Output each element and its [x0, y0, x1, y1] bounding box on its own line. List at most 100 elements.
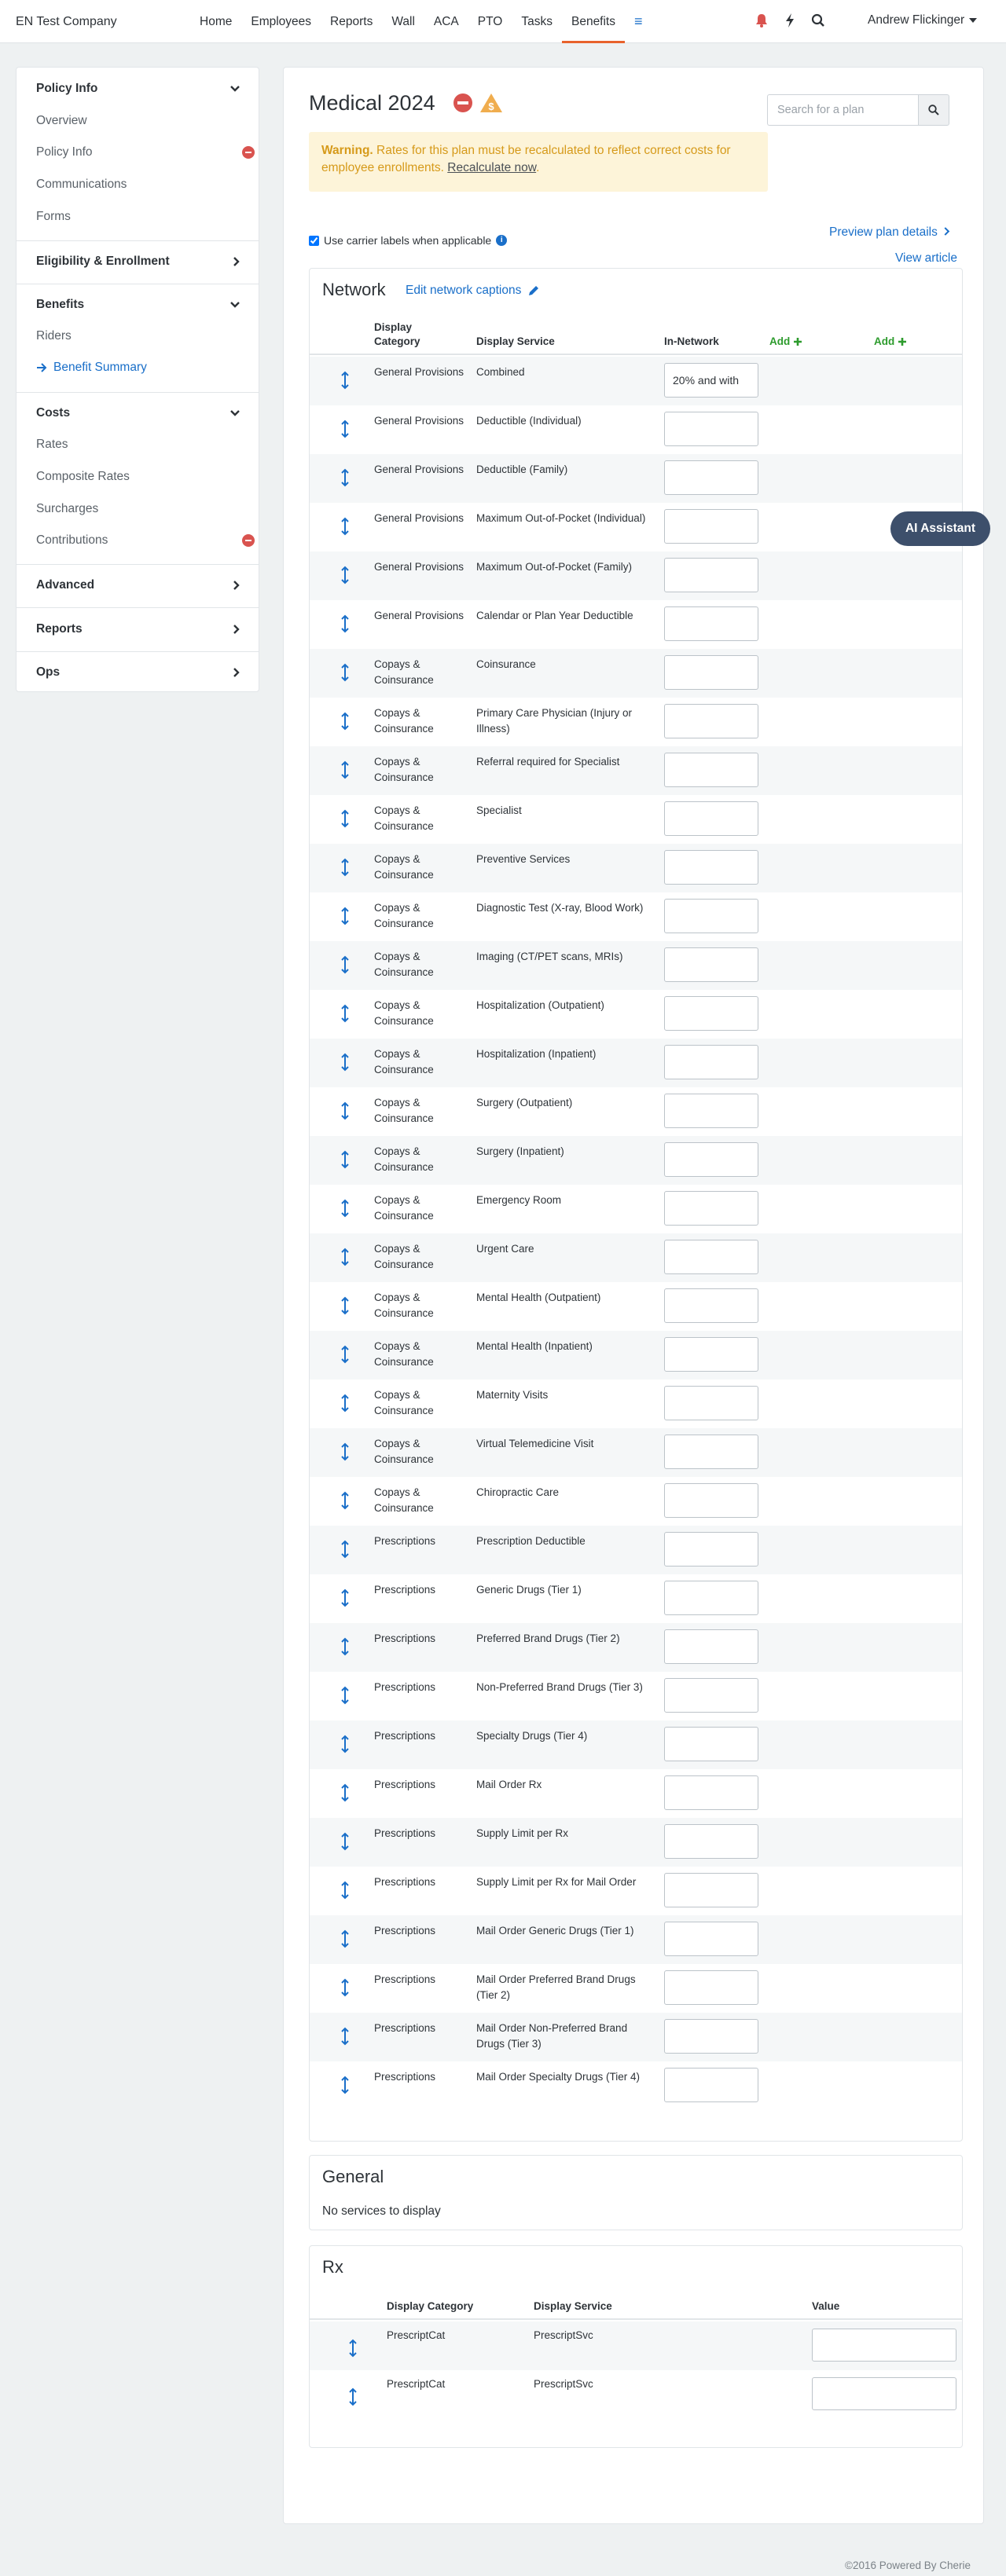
in-network-input[interactable] — [664, 753, 758, 787]
drag-handle-icon[interactable] — [341, 1978, 349, 1997]
sidebar-item-communications[interactable]: Communications — [36, 178, 127, 192]
ai-assistant-button[interactable]: AI Assistant — [890, 511, 990, 546]
drag-handle-icon[interactable] — [341, 2076, 349, 2094]
sidebar-item-surcharges[interactable]: Surcharges — [36, 502, 98, 516]
in-network-input[interactable] — [664, 899, 758, 933]
drag-handle-icon[interactable] — [341, 1296, 349, 1315]
in-network-input[interactable] — [664, 704, 758, 738]
in-network-input[interactable] — [664, 606, 758, 641]
drag-handle-icon[interactable] — [341, 1248, 349, 1266]
in-network-input[interactable] — [664, 1970, 758, 2005]
drag-handle-icon[interactable] — [349, 2387, 357, 2406]
in-network-input[interactable] — [664, 850, 758, 885]
drag-handle-icon[interactable] — [341, 1637, 349, 1656]
edit-network-captions-link[interactable]: Edit network captions — [406, 284, 540, 298]
drag-handle-icon[interactable] — [341, 1004, 349, 1023]
drag-handle-icon[interactable] — [341, 1783, 349, 1802]
info-icon[interactable]: i — [496, 235, 508, 246]
drag-handle-icon[interactable] — [341, 1832, 349, 1851]
plan-search-input[interactable] — [767, 94, 918, 126]
drag-handle-icon[interactable] — [341, 517, 349, 536]
drag-handle-icon[interactable] — [341, 712, 349, 731]
in-network-input[interactable] — [664, 1240, 758, 1274]
drag-handle-icon[interactable] — [341, 1540, 349, 1559]
nav-aca[interactable]: ACA — [424, 0, 468, 43]
in-network-input[interactable] — [664, 1775, 758, 1810]
sidebar-section-advanced[interactable]: Advanced — [17, 573, 259, 597]
in-network-input[interactable] — [664, 1435, 758, 1469]
stop-icon[interactable] — [453, 93, 473, 116]
company-name[interactable]: EN Test Company — [16, 15, 117, 29]
search-icon[interactable] — [811, 13, 825, 28]
drag-handle-icon[interactable] — [341, 1101, 349, 1120]
nav-reports[interactable]: Reports — [321, 0, 382, 43]
nav-tasks[interactable]: Tasks — [512, 0, 562, 43]
user-menu[interactable]: Andrew Flickinger — [868, 13, 978, 27]
drag-handle-icon[interactable] — [341, 1345, 349, 1364]
nav-employees[interactable]: Employees — [241, 0, 321, 43]
sidebar-item-overview[interactable]: Overview — [36, 114, 87, 128]
drag-handle-icon[interactable] — [341, 614, 349, 633]
nav-benefits[interactable]: Benefits — [561, 0, 625, 43]
drag-handle-icon[interactable] — [341, 1199, 349, 1218]
in-network-input[interactable] — [664, 1922, 758, 1956]
lightning-icon[interactable] — [784, 13, 795, 28]
sidebar-section-eligibility[interactable]: Eligibility & Enrollment — [17, 250, 259, 273]
sidebar-section-policy-info[interactable]: Policy Info — [17, 77, 259, 101]
in-network-input[interactable] — [664, 1483, 758, 1518]
drag-handle-icon[interactable] — [341, 1394, 349, 1413]
value-input[interactable] — [812, 2377, 956, 2410]
plan-search-button[interactable] — [918, 94, 949, 126]
carrier-labels-checkbox[interactable] — [309, 235, 319, 246]
drag-handle-icon[interactable] — [341, 566, 349, 584]
in-network-input[interactable] — [664, 1094, 758, 1128]
carrier-labels-toggle[interactable]: Use carrier labels when applicable i — [309, 234, 508, 247]
sidebar-section-costs[interactable]: Costs — [17, 401, 259, 425]
drag-handle-icon[interactable] — [341, 1491, 349, 1510]
drag-handle-icon[interactable] — [341, 1735, 349, 1753]
view-article-link[interactable]: View article — [895, 251, 957, 266]
drag-handle-icon[interactable] — [341, 468, 349, 487]
in-network-input[interactable] — [664, 801, 758, 836]
sidebar-item-forms[interactable]: Forms — [36, 210, 71, 224]
in-network-input[interactable] — [664, 996, 758, 1031]
sidebar-section-ops[interactable]: Ops — [17, 661, 259, 684]
sidebar-item-contributions[interactable]: Contributions — [36, 533, 108, 548]
drag-handle-icon[interactable] — [341, 663, 349, 682]
in-network-input[interactable] — [664, 1873, 758, 1907]
in-network-input[interactable] — [664, 1142, 758, 1177]
in-network-input[interactable] — [664, 363, 758, 398]
drag-handle-icon[interactable] — [341, 1686, 349, 1705]
in-network-input[interactable] — [664, 1727, 758, 1761]
in-network-input[interactable] — [664, 1045, 758, 1079]
nav-wall[interactable]: Wall — [382, 0, 424, 43]
value-input[interactable] — [812, 2329, 956, 2362]
drag-handle-icon[interactable] — [341, 1150, 349, 1169]
in-network-input[interactable] — [664, 1629, 758, 1664]
in-network-input[interactable] — [664, 558, 758, 592]
drag-handle-icon[interactable] — [341, 1053, 349, 1072]
in-network-input[interactable] — [664, 1824, 758, 1859]
in-network-input[interactable] — [664, 947, 758, 982]
add-column-button[interactable]: Add — [769, 335, 802, 349]
hamburger-menu-icon[interactable]: ≡ — [625, 0, 652, 43]
drag-handle-icon[interactable] — [341, 371, 349, 390]
sidebar-item-policy-info[interactable]: Policy Info — [36, 145, 93, 159]
dollar-warning-icon[interactable]: $ — [479, 93, 503, 116]
drag-handle-icon[interactable] — [341, 760, 349, 779]
sidebar-section-reports[interactable]: Reports — [17, 617, 259, 641]
drag-handle-icon[interactable] — [341, 1588, 349, 1607]
in-network-input[interactable] — [664, 1191, 758, 1226]
drag-handle-icon[interactable] — [341, 858, 349, 877]
sidebar-item-benefit-summary[interactable]: Benefit Summary — [36, 361, 147, 375]
drag-handle-icon[interactable] — [341, 1881, 349, 1900]
drag-handle-icon[interactable] — [349, 2339, 357, 2358]
in-network-input[interactable] — [664, 655, 758, 690]
recalculate-link[interactable]: Recalculate now — [447, 161, 536, 174]
in-network-input[interactable] — [664, 1532, 758, 1566]
drag-handle-icon[interactable] — [341, 420, 349, 438]
in-network-input[interactable] — [664, 1581, 758, 1615]
in-network-input[interactable] — [664, 1678, 758, 1713]
in-network-input[interactable] — [664, 1386, 758, 1420]
sidebar-item-rates[interactable]: Rates — [36, 438, 68, 452]
